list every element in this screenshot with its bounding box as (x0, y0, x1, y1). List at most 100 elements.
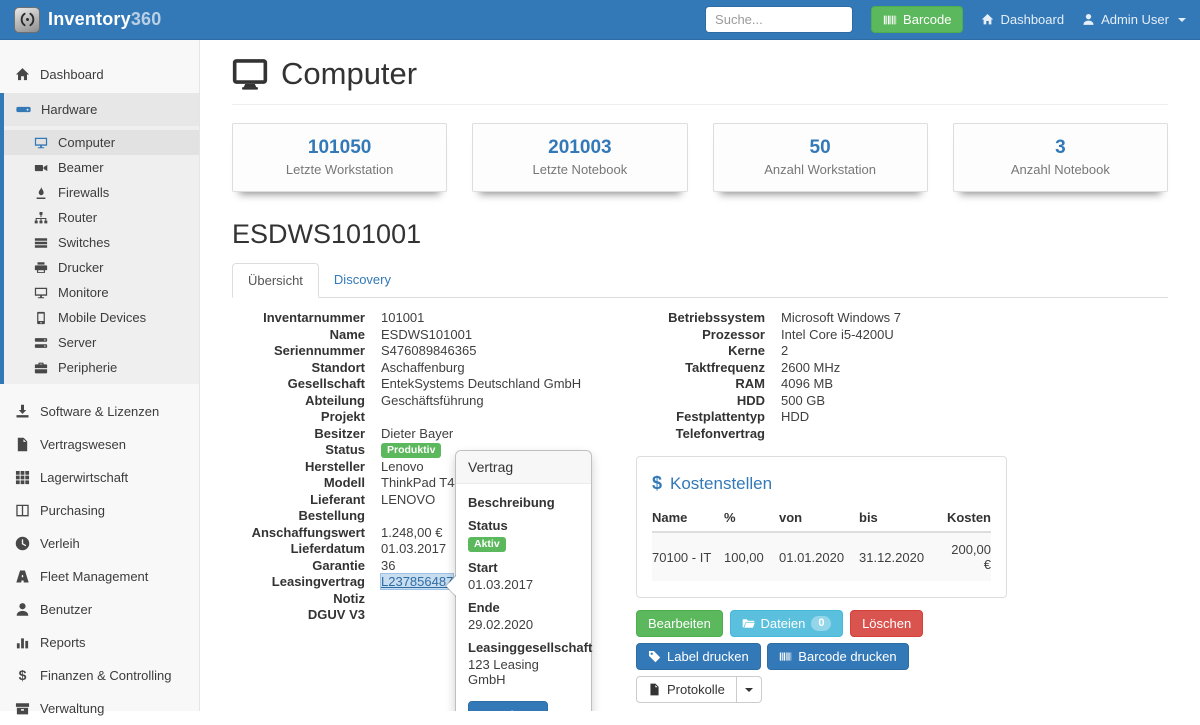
dateien-button[interactable]: Dateien 0 (730, 610, 844, 637)
protokolle-dropdown-toggle[interactable] (737, 676, 762, 703)
detail-row: Inventarnummer101001 (232, 310, 632, 327)
sidebar-item-monitore[interactable]: Monitore (4, 280, 199, 305)
anzeigen-button[interactable]: Anzeigen (468, 701, 548, 711)
protokolle-button[interactable]: Protokolle (636, 676, 737, 703)
stat-card-anzahl-notebook[interactable]: 3 Anzahl Notebook (953, 123, 1168, 192)
leasingvertrag-link[interactable]: L237856487 (381, 574, 453, 589)
popover-label-beschreibung: Beschreibung (468, 495, 579, 510)
brand[interactable]: Inventory360 (14, 7, 161, 33)
detail-label: Gesellschaft (232, 376, 365, 393)
stat-card-letzte-workstation[interactable]: 101050 Letzte Workstation (232, 123, 447, 192)
asset-details: Inventarnummer101001 NameESDWS101001 Ser… (232, 298, 1168, 709)
detail-value: 01.03.2017 (381, 541, 446, 558)
sidebar-item-router[interactable]: Router (4, 205, 199, 230)
detail-value: 101001 (381, 310, 424, 327)
sidebar-item-drucker[interactable]: Drucker (4, 255, 199, 280)
printer-icon (34, 261, 48, 275)
dateien-count-badge: 0 (811, 616, 831, 631)
tab-bar: Übersicht Discovery (232, 263, 1168, 298)
stat-label: Anzahl Workstation (724, 162, 917, 177)
sidebar-item-computer[interactable]: Computer (4, 130, 199, 155)
detail-row: HDD500 GB (632, 393, 1008, 410)
sidebar-item-beamer[interactable]: Beamer (4, 155, 199, 180)
grid-icon (15, 470, 30, 485)
bar-chart-icon (15, 635, 30, 650)
sidebar-item-server[interactable]: Server (4, 330, 199, 355)
fire-icon (34, 186, 48, 200)
sidebar-item-mobile-devices[interactable]: Mobile Devices (4, 305, 199, 330)
cell-bis: 31.12.2020 (859, 532, 943, 581)
sidebar-item-firewalls[interactable]: Firewalls (4, 180, 199, 205)
label-drucken-button[interactable]: Label drucken (636, 643, 761, 670)
sidebar-item-dashboard[interactable]: Dashboard (0, 58, 199, 91)
detail-value: 1.248,00 € (381, 525, 442, 542)
detail-row: StandortAschaffenburg (232, 360, 632, 377)
cell-von: 01.01.2020 (779, 532, 859, 581)
detail-row: Kerne2 (632, 343, 1008, 360)
bearbeiten-button[interactable]: Bearbeiten (636, 610, 723, 637)
page-header: Computer (232, 56, 1168, 105)
detail-value: Geschäftsführung (381, 393, 484, 410)
brand-logo-icon (14, 7, 40, 33)
columns-icon (15, 503, 30, 518)
detail-label: Besitzer (232, 426, 365, 443)
sidebar-item-software-lizenzen[interactable]: Software & Lizenzen (0, 395, 199, 428)
sidebar-item-peripherie[interactable]: Peripherie (4, 355, 199, 380)
detail-label: DGUV V3 (232, 607, 365, 624)
detail-label: HDD (632, 393, 765, 410)
detail-row: NameESDWS101001 (232, 327, 632, 344)
nav-dashboard-link[interactable]: Dashboard (981, 12, 1064, 27)
detail-label: Seriennummer (232, 343, 365, 360)
tab-uebersicht[interactable]: Übersicht (232, 263, 319, 298)
popover-label-status: Status (468, 518, 579, 533)
mobile-icon (34, 311, 48, 325)
stat-card-anzahl-workstation[interactable]: 50 Anzahl Workstation (713, 123, 928, 192)
kostenstellen-table: Name % von bis Kosten 70100 - IT 100,00 … (652, 504, 991, 581)
sidebar-item-switches[interactable]: Switches (4, 230, 199, 255)
barcode-icon (883, 13, 897, 27)
search-input[interactable] (705, 6, 853, 33)
tab-discovery[interactable]: Discovery (319, 263, 406, 298)
document-icon (648, 683, 661, 696)
sidebar-item-fleet-management[interactable]: Fleet Management (0, 560, 199, 593)
chevron-down-icon (1178, 18, 1186, 22)
stat-value: 201003 (483, 137, 676, 159)
monitor-icon (34, 136, 48, 150)
sidebar-item-benutzer[interactable]: Benutzer (0, 593, 199, 626)
detail-value: Produktiv (381, 442, 441, 459)
user-icon (1082, 13, 1095, 26)
user-menu[interactable]: Admin User (1082, 12, 1186, 27)
monitor-icon (34, 286, 48, 300)
video-camera-icon (34, 161, 48, 175)
sidebar-item-verwaltung[interactable]: Verwaltung (0, 692, 199, 725)
sidebar-item-lagerwirtschaft[interactable]: Lagerwirtschaft (0, 461, 199, 494)
detail-row: SeriennummerS476089846365 (232, 343, 632, 360)
detail-value: Dieter Bayer (381, 426, 453, 443)
sidebar: Dashboard Hardware Computer Beamer Firew… (0, 40, 200, 711)
kostenstellen-panel: $ Kostenstellen Name % von bis Kosten (636, 456, 1007, 598)
popover-label-ende: Ende (468, 600, 579, 615)
top-navbar: Inventory360 Barcode Dashboard Admin Use… (0, 0, 1200, 40)
sidebar-item-vertragswesen[interactable]: Vertragswesen (0, 428, 199, 461)
stat-value: 3 (964, 137, 1157, 159)
loeschen-button[interactable]: Löschen (850, 610, 923, 637)
detail-row: ProzessorIntel Core i5-4200U (632, 327, 1008, 344)
stat-card-letzte-notebook[interactable]: 201003 Letzte Notebook (472, 123, 687, 192)
clock-icon (15, 536, 30, 551)
detail-value: HDD (781, 409, 809, 426)
sidebar-item-finanzen-controlling[interactable]: $Finanzen & Controlling (0, 659, 199, 692)
column-header: von (779, 504, 859, 532)
sidebar-item-hardware[interactable]: Hardware (4, 93, 199, 126)
status-badge: Produktiv (381, 443, 441, 458)
page-title: Computer (281, 56, 417, 92)
sidebar-item-purchasing[interactable]: Purchasing (0, 494, 199, 527)
sidebar-item-reports[interactable]: Reports (0, 626, 199, 659)
barcode-drucken-button[interactable]: Barcode drucken (767, 643, 908, 670)
detail-label: Leasingvertrag (232, 574, 365, 591)
stat-value: 50 (724, 137, 917, 159)
chevron-down-icon (745, 688, 753, 692)
cell-name: 70100 - IT (652, 532, 724, 581)
document-icon (15, 437, 30, 452)
sidebar-item-verleih[interactable]: Verleih (0, 527, 199, 560)
barcode-button[interactable]: Barcode (871, 6, 963, 33)
